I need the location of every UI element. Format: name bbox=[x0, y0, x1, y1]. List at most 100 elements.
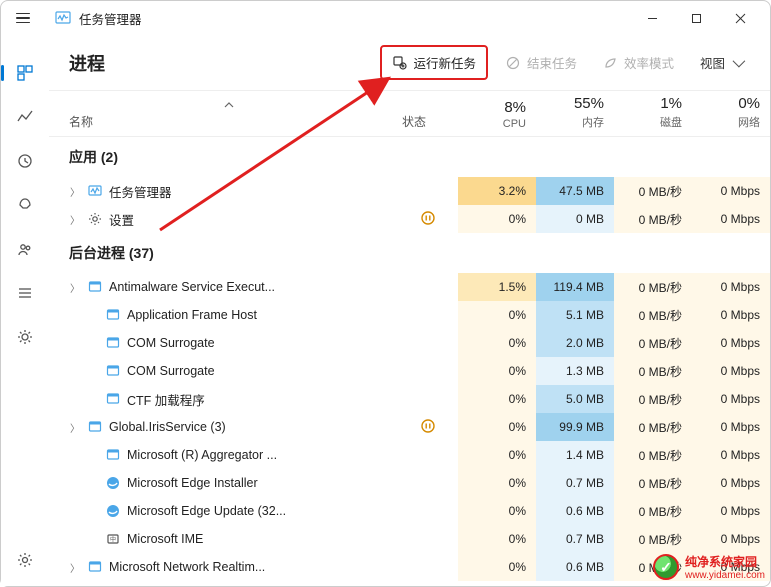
chevron-right-icon[interactable]: 〉 bbox=[69, 280, 81, 295]
process-row[interactable]: COM Surrogate0%1.3 MB0 MB/秒0 Mbps bbox=[49, 357, 770, 385]
process-row[interactable]: 中 Microsoft IME 0%0.7 MB0 MB/秒0 Mbps bbox=[49, 525, 770, 553]
process-icon bbox=[87, 559, 103, 575]
disk-cell: 0 MB/秒 bbox=[614, 525, 692, 553]
cpu-cell: 0% bbox=[458, 553, 536, 581]
column-memory[interactable]: 55%内存 bbox=[536, 91, 614, 136]
end-task-icon bbox=[506, 55, 521, 70]
toolbar: 进程 运行新任务 结束任务 效率模式 视图 bbox=[49, 35, 770, 91]
cpu-cell: 0% bbox=[458, 525, 536, 553]
process-row[interactable]: Application Frame Host0%5.1 MB0 MB/秒0 Mb… bbox=[49, 301, 770, 329]
minimize-button[interactable] bbox=[630, 3, 674, 33]
process-icon bbox=[105, 391, 121, 407]
network-cell: 0 Mbps bbox=[692, 525, 770, 553]
cpu-cell: 0% bbox=[458, 329, 536, 357]
process-icon bbox=[87, 211, 103, 227]
chevron-right-icon[interactable]: 〉 bbox=[69, 560, 81, 575]
memory-cell: 99.9 MB bbox=[536, 413, 614, 441]
nav-details[interactable] bbox=[15, 283, 35, 303]
cpu-cell: 1.5% bbox=[458, 273, 536, 301]
process-name: Microsoft Edge Update (32... bbox=[127, 504, 286, 518]
process-name: Microsoft Network Realtim... bbox=[109, 560, 265, 574]
process-name: Application Frame Host bbox=[127, 308, 257, 322]
chevron-right-icon[interactable]: 〉 bbox=[69, 212, 81, 227]
memory-cell: 47.5 MB bbox=[536, 177, 614, 205]
process-status bbox=[398, 211, 458, 228]
cpu-cell: 0% bbox=[458, 357, 536, 385]
disk-cell: 0 MB/秒 bbox=[614, 329, 692, 357]
process-row[interactable]: CTF 加载程序0%5.0 MB0 MB/秒0 Mbps bbox=[49, 385, 770, 413]
process-row[interactable]: COM Surrogate0%2.0 MB0 MB/秒0 Mbps bbox=[49, 329, 770, 357]
nav-performance[interactable] bbox=[15, 107, 35, 127]
disk-cell: 0 MB/秒 bbox=[614, 469, 692, 497]
window-title: 任务管理器 bbox=[79, 9, 142, 28]
nav-settings[interactable] bbox=[15, 550, 35, 570]
network-cell: 0 Mbps bbox=[692, 497, 770, 525]
disk-cell: 0 MB/秒 bbox=[614, 553, 692, 581]
close-button[interactable] bbox=[718, 3, 762, 33]
view-dropdown[interactable]: 视图 bbox=[692, 49, 750, 76]
column-name[interactable]: 名称 bbox=[49, 91, 398, 136]
end-task-button[interactable]: 结束任务 bbox=[498, 49, 585, 76]
end-task-label: 结束任务 bbox=[527, 53, 577, 72]
nav-services[interactable] bbox=[15, 327, 35, 347]
process-name: COM Surrogate bbox=[127, 364, 215, 378]
network-cell: 0 Mbps bbox=[692, 273, 770, 301]
hamburger-menu-button[interactable] bbox=[9, 6, 37, 30]
svg-text:中: 中 bbox=[110, 536, 116, 544]
memory-cell: 0.7 MB bbox=[536, 525, 614, 553]
column-status[interactable]: 状态 bbox=[398, 91, 458, 136]
chevron-right-icon[interactable]: 〉 bbox=[69, 420, 81, 435]
efficiency-mode-button[interactable]: 效率模式 bbox=[595, 49, 682, 76]
cpu-cell: 0% bbox=[458, 301, 536, 329]
process-icon bbox=[87, 419, 103, 435]
disk-cell: 0 MB/秒 bbox=[614, 301, 692, 329]
network-cell: 0 Mbps bbox=[692, 413, 770, 441]
disk-cell: 0 MB/秒 bbox=[614, 177, 692, 205]
process-row[interactable]: 〉设置0%0 MB0 MB/秒0 Mbps bbox=[49, 205, 770, 233]
disk-cell: 0 MB/秒 bbox=[614, 413, 692, 441]
nav-processes[interactable] bbox=[15, 63, 35, 83]
run-task-icon bbox=[392, 55, 407, 70]
process-row[interactable]: Microsoft Edge Installer0%0.7 MB0 MB/秒0 … bbox=[49, 469, 770, 497]
process-name: Microsoft IME bbox=[127, 532, 203, 546]
memory-cell: 0.7 MB bbox=[536, 469, 614, 497]
column-disk[interactable]: 1%磁盘 bbox=[614, 91, 692, 136]
process-name: 任务管理器 bbox=[109, 182, 172, 201]
process-row[interactable]: Microsoft Edge Update (32...0%0.6 MB0 MB… bbox=[49, 497, 770, 525]
process-icon bbox=[105, 307, 121, 323]
cpu-cell: 0% bbox=[458, 497, 536, 525]
leaf-icon bbox=[603, 55, 618, 70]
process-name: Microsoft (R) Aggregator ... bbox=[127, 448, 277, 462]
nav-startup[interactable] bbox=[15, 195, 35, 215]
network-cell: 0 Mbps bbox=[692, 441, 770, 469]
memory-cell: 0.6 MB bbox=[536, 553, 614, 581]
column-header: 名称 状态 8%CPU 55%内存 1%磁盘 0%网络 bbox=[49, 91, 770, 137]
run-new-task-button[interactable]: 运行新任务 bbox=[380, 45, 488, 80]
column-cpu[interactable]: 8%CPU bbox=[458, 91, 536, 136]
process-icon: 中 bbox=[105, 531, 121, 547]
column-network[interactable]: 0%网络 bbox=[692, 91, 770, 136]
network-cell: 0 Mbps bbox=[692, 205, 770, 233]
nav-app-history[interactable] bbox=[15, 151, 35, 171]
maximize-button[interactable] bbox=[674, 3, 718, 33]
process-row[interactable]: 〉任务管理器3.2%47.5 MB0 MB/秒0 Mbps bbox=[49, 177, 770, 205]
memory-cell: 1.4 MB bbox=[536, 441, 614, 469]
nav-users[interactable] bbox=[15, 239, 35, 259]
process-row[interactable]: 〉Antimalware Service Execut...1.5%119.4 … bbox=[49, 273, 770, 301]
cpu-cell: 0% bbox=[458, 385, 536, 413]
cpu-cell: 0% bbox=[458, 205, 536, 233]
process-icon bbox=[105, 475, 121, 491]
memory-cell: 1.3 MB bbox=[536, 357, 614, 385]
chevron-right-icon[interactable]: 〉 bbox=[69, 184, 81, 199]
process-row[interactable]: Microsoft (R) Aggregator ...0%1.4 MB0 MB… bbox=[49, 441, 770, 469]
nav-rail bbox=[1, 35, 49, 586]
run-new-task-label: 运行新任务 bbox=[413, 53, 476, 72]
process-list[interactable]: 应用 (2)〉任务管理器3.2%47.5 MB0 MB/秒0 Mbps〉设置0%… bbox=[49, 137, 770, 586]
network-cell: 0 Mbps bbox=[692, 329, 770, 357]
process-icon bbox=[105, 503, 121, 519]
memory-cell: 0 MB bbox=[536, 205, 614, 233]
process-row[interactable]: 〉Global.IrisService (3)0%99.9 MB0 MB/秒0 … bbox=[49, 413, 770, 441]
process-name: Microsoft Edge Installer bbox=[127, 476, 258, 490]
process-row[interactable]: 〉 Microsoft Network Realtim... 0%0.6 MB0 M… bbox=[49, 553, 770, 581]
process-icon bbox=[105, 447, 121, 463]
